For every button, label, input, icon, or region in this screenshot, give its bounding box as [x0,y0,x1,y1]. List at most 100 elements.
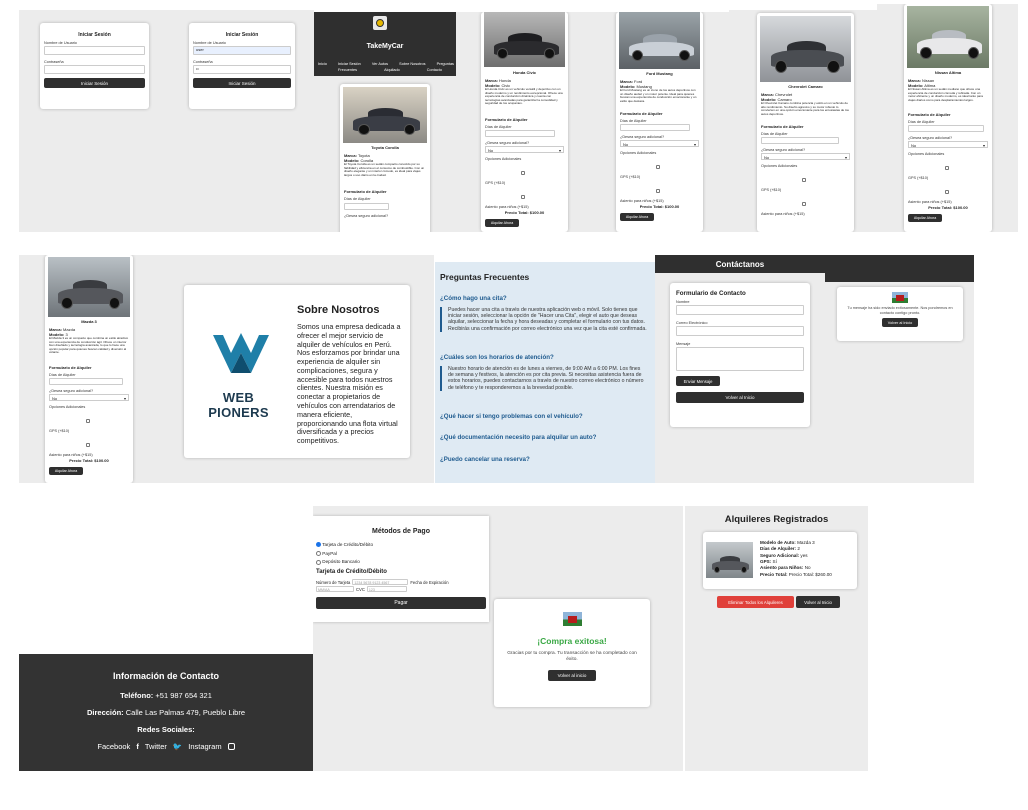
faq-question-2[interactable]: ¿Cuáles son los horarios de atención? [440,354,554,361]
nav-about[interactable]: Sobre Nosotros [399,62,425,66]
insurance-select[interactable]: No ▾ [761,153,850,161]
gps-checkbox[interactable] [521,171,526,176]
nav-alquilado[interactable]: Alquilado [384,68,400,72]
insurance-select[interactable]: No ▾ [620,140,699,148]
nav-inicio[interactable]: Inicio [318,62,327,66]
child-seat-checkbox[interactable] [85,443,90,448]
expiry-input[interactable]: MM/AA [316,586,354,593]
faq-answer-2: Nuestro horario de atención es de lunes … [440,366,647,391]
back-home-button[interactable]: Volver al Inicio [882,318,918,328]
pay-button[interactable]: Pagar [316,597,486,610]
delete-all-rentals-button[interactable]: Eliminar Todos los Alquileres [717,596,794,608]
instagram-icon[interactable] [227,743,235,750]
faq-question-5[interactable]: ¿Puedo cancelar una reserva? [440,456,530,463]
child-seat-checkbox[interactable] [656,189,661,194]
back-home-button[interactable]: Volver al Inicio [676,392,804,403]
gps-checkbox[interactable] [656,165,661,170]
message-sent-card: Tu mensaje ha sido enviado exitosamente.… [837,287,963,341]
rent-button[interactable]: Alquilar Ahora [908,213,942,222]
back-home-button[interactable]: Volver al inicio [548,670,596,682]
days-input[interactable] [761,137,839,145]
days-input[interactable] [620,124,690,132]
model-value: Civic [501,82,511,88]
car-description: El Chevrolet Camaro combina potencia y e… [761,102,849,116]
username-input[interactable] [44,46,145,56]
username-label: Nombre de Usuario [44,41,77,46]
faq-question-3[interactable]: ¿Qué hacer si tengo problemas con el veh… [440,413,583,420]
back-home-button[interactable]: Volver al Inicio [796,596,840,608]
cvc-input[interactable]: 123 [366,586,407,593]
days-input[interactable] [908,125,984,133]
insurance-value: No [623,142,629,148]
field-value: Sí [772,558,777,564]
days-input[interactable] [485,130,555,138]
rent-button[interactable]: Alquilar Ahora [49,466,83,475]
field-value: Precio Total: $260.00 [788,571,832,577]
car-panel-camaro: Chevrolet Camaro Marca: Chevrolet Modelo… [729,10,877,232]
faq-question-1[interactable]: ¿Cómo hago una cita? [440,295,507,302]
nav-faq[interactable]: Preguntas [437,62,454,66]
faq-question-4[interactable]: ¿Qué documentación necesito para alquila… [440,434,596,441]
nav-frecuentes[interactable]: Frecuentes [338,68,357,72]
child-seat-label: Asiento para niños (+$15) [49,453,93,458]
car-description: El Honda Civic es un vehículo versátil y… [485,88,563,106]
insurance-label: ¿Desea seguro adicional? [344,214,389,219]
sent-message-text: Tu mensaje ha sido enviado exitosamente.… [847,306,953,315]
radio-icon[interactable] [316,551,321,556]
name-input[interactable] [676,305,804,315]
days-input[interactable] [49,378,123,386]
about-panel: WEB PIONERS Sobre Nosotros Somos una emp… [158,255,434,483]
option-paypal[interactable]: PayPal [316,550,486,559]
insurance-select[interactable]: No ▾ [908,141,988,149]
nav-autos[interactable]: Ver Autos [372,62,388,66]
total-price: Precio Total: $100.00 [928,205,968,211]
login-card: Iniciar Sesión Nombre de Usuario Contras… [40,23,149,109]
options-label: Opciones Adicionales [620,151,657,156]
login-title: Iniciar Sesión [225,32,259,38]
radio-selected-icon[interactable] [316,542,321,548]
password-input[interactable] [44,65,145,75]
about-card: WEB PIONERS Sobre Nosotros Somos una emp… [184,285,410,458]
login-button[interactable]: Iniciar Sesión [44,78,145,89]
rent-button[interactable]: Alquilar Ahora [485,218,519,227]
social-title: Redes Sociales: [137,725,195,734]
social-links: Facebook f Twitter 🐦 Instagram [19,742,313,751]
gps-checkbox[interactable] [85,419,90,424]
instagram-link[interactable]: Instagram [188,742,221,751]
option-card[interactable]: Tarjeta de Crédito/Débito [316,541,486,550]
rent-button[interactable]: Alquilar Ahora [620,212,654,221]
facebook-link[interactable]: Facebook [97,742,130,751]
facebook-icon[interactable]: f [136,742,139,751]
insurance-label: ¿Desea seguro adicional? [761,148,806,153]
nav-contacto[interactable]: Contacto [427,68,442,72]
username-input[interactable]: user [193,46,291,56]
gps-checkbox[interactable] [801,178,806,183]
insurance-select[interactable]: No ▾ [49,394,129,402]
nav-login[interactable]: Iniciar Sesión [338,62,361,66]
insurance-select[interactable]: No ▾ [485,146,564,154]
child-seat-checkbox[interactable] [521,195,526,200]
password-input[interactable]: •• [193,65,291,75]
home-panel: TakeMyCar Inicio Iniciar Sesión Ver Auto… [314,12,456,232]
twitter-icon[interactable]: 🐦 [173,742,182,751]
logo-text: WEB PIONERS [208,390,269,420]
option-bank[interactable]: Depósito Bancario [316,558,486,567]
send-message-button[interactable]: Enviar Mensaje [676,376,720,386]
gps-label: GPS (+$10) [908,176,929,181]
card-number-input[interactable]: 1234 5678 9123 4567 [352,579,409,586]
child-seat-checkbox[interactable] [944,190,949,195]
login-button[interactable]: Iniciar Sesión [193,78,291,89]
message-textarea[interactable] [676,347,804,371]
options-label: Opciones Adicionales [908,152,945,157]
car-photo [706,542,753,578]
model-label: Modelo: [485,82,501,88]
radio-icon[interactable] [316,559,321,565]
rental-form-title: Formulario de Alquiler [908,112,951,118]
child-seat-checkbox[interactable] [801,202,806,207]
days-input[interactable] [344,203,389,211]
email-input[interactable] [676,326,804,336]
child-seat-label: Asiento para niños (+$15) [908,200,952,205]
gps-checkbox[interactable] [944,166,949,171]
company-logo: WEB PIONERS [191,325,286,420]
twitter-link[interactable]: Twitter [145,742,167,751]
